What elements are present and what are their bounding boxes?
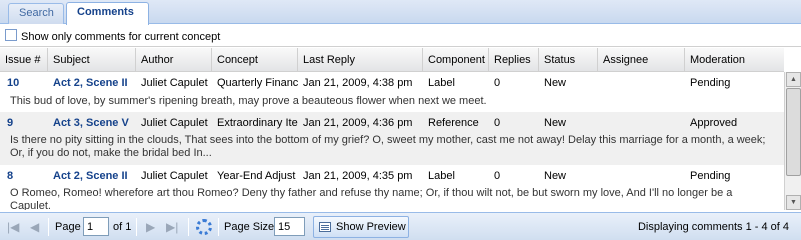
page-size-label: Page Size [224, 221, 275, 233]
component: Label [428, 77, 455, 89]
page-count: of 1 [113, 221, 132, 233]
comment-preview: Is there no pity sitting in the clouds, … [10, 134, 766, 159]
vertical-scrollbar[interactable]: ▲ ▼ [784, 72, 801, 210]
table-row[interactable]: 10 Act 2, Scene II Juliet Capulet Quarte… [0, 72, 784, 112]
concept: Extraordinary Iter [217, 117, 298, 129]
comment-preview: O Romeo, Romeo! wherefore art thou Romeo… [10, 187, 733, 210]
author: Juliet Capulet [141, 170, 208, 182]
page-size-input[interactable] [274, 217, 305, 236]
show-preview-label: Show Preview [336, 221, 406, 233]
component: Reference [428, 117, 479, 129]
current-concept-label: Show only comments for current concept [21, 31, 221, 43]
prev-page-icon[interactable]: ◀ [30, 220, 39, 234]
col-assignee[interactable]: Assignee [598, 48, 685, 72]
paging-toolbar: |◀ ◀ Page of 1 ▶ ▶| Page Size Show Previ… [0, 212, 801, 240]
subject-link[interactable]: Act 2, Scene II [48, 170, 136, 182]
separator [48, 218, 49, 236]
replies: 0 [494, 170, 501, 182]
col-issue[interactable]: Issue # [0, 48, 48, 72]
issue-number[interactable]: 9 [2, 117, 48, 129]
table-row[interactable]: 8 Act 2, Scene II Juliet Capulet Year-En… [0, 165, 784, 210]
status: New [544, 170, 567, 182]
subject-link[interactable]: Act 2, Scene II [48, 77, 136, 89]
replies: 0 [494, 117, 501, 129]
issue-number[interactable]: 10 [2, 77, 48, 89]
page-label: Page [55, 221, 81, 233]
separator [188, 218, 189, 236]
last-reply: Jan 21, 2009, 4:38 pm [303, 77, 413, 89]
status: New [544, 77, 567, 89]
show-preview-button[interactable]: Show Preview [313, 216, 409, 238]
first-page-icon[interactable]: |◀ [7, 220, 19, 234]
replies: 0 [494, 77, 501, 89]
moderation: Pending [690, 77, 731, 89]
tab-strip: Search Comments [0, 0, 801, 25]
scroll-up-icon[interactable]: ▲ [786, 72, 801, 87]
comments-grid: 10 Act 2, Scene II Juliet Capulet Quarte… [0, 72, 784, 210]
col-last-reply[interactable]: Last Reply [298, 48, 423, 72]
table-row[interactable]: 9 Act 3, Scene V Juliet Capulet Extraord… [0, 112, 784, 165]
tab-comments[interactable]: Comments [66, 2, 149, 25]
author: Juliet Capulet [141, 117, 208, 129]
col-concept[interactable]: Concept [212, 48, 298, 72]
col-author[interactable]: Author [136, 48, 212, 72]
tab-search[interactable]: Search [8, 3, 64, 24]
scroll-down-icon[interactable]: ▼ [786, 195, 801, 210]
col-subject[interactable]: Subject [48, 48, 136, 72]
subject-link[interactable]: Act 3, Scene V [48, 117, 136, 129]
status: New [544, 117, 567, 129]
issue-number[interactable]: 8 [2, 170, 48, 182]
concept: Quarterly Financ [217, 77, 298, 89]
last-reply: Jan 21, 2009, 4:35 pm [303, 170, 413, 182]
display-message: Displaying comments 1 - 4 of 4 [637, 221, 789, 233]
current-concept-checkbox[interactable] [5, 29, 17, 41]
moderation: Pending [690, 170, 731, 182]
filter-bar: Show only comments for current concept [0, 25, 801, 47]
col-status[interactable]: Status [539, 48, 598, 72]
grid-header: Issue # Subject Author Concept Last Repl… [0, 48, 784, 72]
last-reply: Jan 21, 2009, 4:36 pm [303, 117, 413, 129]
refresh-icon[interactable] [196, 219, 212, 235]
moderation: Approved [690, 117, 738, 129]
separator [218, 218, 219, 236]
page-number-input[interactable] [83, 217, 109, 236]
separator [136, 218, 137, 236]
comment-preview: This bud of love, by summer's ripening b… [10, 95, 487, 107]
col-component[interactable]: Component [423, 48, 489, 72]
preview-icon [319, 222, 331, 232]
concept: Year-End Adjust [217, 170, 296, 182]
scroll-thumb[interactable] [786, 88, 801, 176]
next-page-icon[interactable]: ▶ [146, 220, 155, 234]
component: Label [428, 170, 455, 182]
col-moderation[interactable]: Moderation [685, 48, 784, 72]
author: Juliet Capulet [141, 77, 208, 89]
last-page-icon[interactable]: ▶| [166, 220, 178, 234]
col-replies[interactable]: Replies [489, 48, 539, 72]
